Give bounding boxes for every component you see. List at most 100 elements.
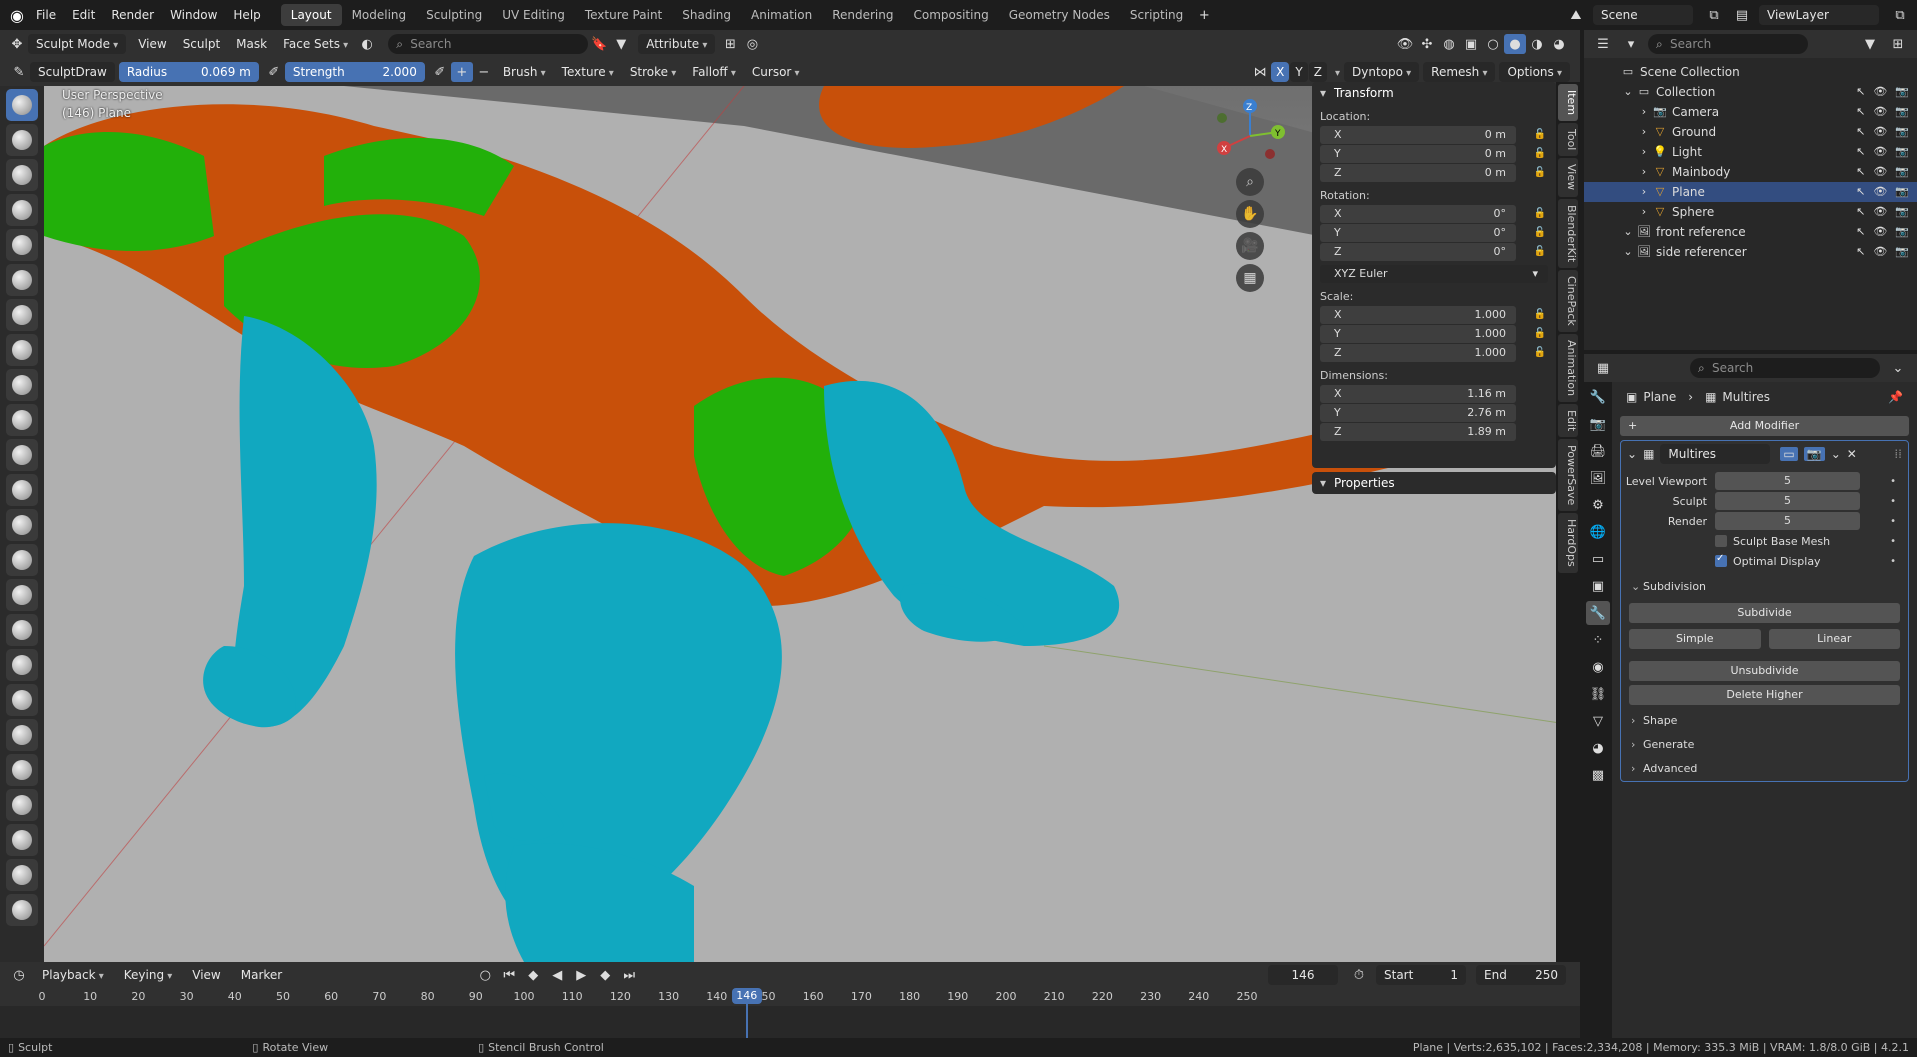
display-mode-icon[interactable]: ▾ (1620, 34, 1642, 54)
eye-icon[interactable]: 👁 (1873, 102, 1887, 122)
modifier-menu-chevron-icon[interactable]: ⌄ (1831, 447, 1841, 461)
workspace-tab-texture-paint[interactable]: Texture Paint (575, 4, 672, 26)
thumb-tool[interactable] (6, 719, 38, 751)
clay-tool[interactable] (6, 159, 38, 191)
clay-thumb-tool[interactable] (6, 229, 38, 261)
timeline-view-menu[interactable]: View (184, 964, 228, 986)
sidebar-tab-view[interactable]: View (1558, 158, 1578, 197)
render-camera-icon[interactable]: 📷 (1895, 82, 1909, 102)
play-icon[interactable]: ▶ (570, 965, 592, 985)
remove-modifier-icon[interactable]: ✕ (1847, 447, 1857, 461)
particles-tab-icon[interactable]: ⁘ (1586, 628, 1610, 652)
select-arrow-icon[interactable]: ↖ (1856, 102, 1865, 122)
snap-icon[interactable]: ⊞ (719, 34, 741, 54)
stopwatch-icon[interactable]: ⏱ (1348, 965, 1370, 985)
sculpt-menu[interactable]: Sculpt (175, 33, 228, 55)
select-arrow-icon[interactable]: ↖ (1856, 122, 1865, 142)
lock-icon[interactable]: 🔓 (1534, 325, 1546, 343)
shading-mode-icon[interactable]: ◐ (356, 34, 378, 54)
dimensions-z-field[interactable]: Z 1.89 m (1320, 423, 1516, 441)
jump-start-icon[interactable]: ⏮ (498, 965, 520, 985)
render-camera-icon[interactable]: 📷 (1895, 142, 1909, 162)
level-viewport-field[interactable]: 5 (1715, 472, 1860, 490)
workspace-tab-geometry-nodes[interactable]: Geometry Nodes (999, 4, 1120, 26)
properties-editor-icon[interactable]: ▦ (1592, 358, 1614, 378)
expand-chevron-icon[interactable]: ⌄ (1620, 242, 1636, 262)
lock-icon[interactable]: 🔓 (1534, 344, 1546, 362)
jump-keyframe-forward-icon[interactable]: ◆ (594, 965, 616, 985)
cursor-menu[interactable]: Cursor (744, 61, 808, 83)
transform-header[interactable]: Transform (1312, 82, 1556, 104)
outliner-editor-icon[interactable]: ☰ (1592, 34, 1614, 54)
blender-logo-icon[interactable]: ◉ (6, 4, 28, 26)
options-dropdown[interactable]: Options (1499, 62, 1570, 82)
playhead[interactable]: 146 (731, 988, 762, 1038)
sidebar-tab-blenderkit[interactable]: BlenderKit (1558, 198, 1578, 268)
fill-tool[interactable] (6, 474, 38, 506)
outliner-row-ground[interactable]: › ▽ Ground ↖ 👁 📷 (1584, 122, 1917, 142)
render-tab-icon[interactable]: 📷 (1586, 412, 1610, 436)
keyframe-dot-icon[interactable]: • (1890, 516, 1896, 527)
subdivide-button[interactable]: Subdivide (1629, 603, 1900, 623)
slide-relax-tool[interactable] (6, 859, 38, 891)
new-scene-icon[interactable]: ⧉ (1703, 5, 1725, 25)
timeline-editor-icon[interactable]: ◷ (8, 965, 30, 985)
properties-search[interactable]: Search (1690, 358, 1880, 378)
lock-icon[interactable]: 🔓 (1534, 164, 1546, 182)
new-view-layer-icon[interactable]: ⧉ (1889, 5, 1911, 25)
texture-menu[interactable]: Texture (554, 61, 622, 83)
zoom-icon[interactable]: ⌕ (1236, 168, 1264, 196)
multiplane-scrape-tool[interactable] (6, 544, 38, 576)
rotation-z-field[interactable]: Z 0° 🔓 (1320, 243, 1546, 261)
rotate-tool[interactable] (6, 824, 38, 856)
eye-icon[interactable]: 👁 (1873, 202, 1887, 222)
radius-pressure-icon[interactable]: ✐ (263, 62, 285, 82)
render-camera-icon[interactable]: 📷 (1895, 162, 1909, 182)
properties-header[interactable]: Properties (1312, 472, 1556, 494)
subdivision-subpanel-header[interactable]: Subdivision (1621, 575, 1908, 599)
lock-icon[interactable]: 🔓 (1534, 306, 1546, 324)
add-workspace-icon[interactable]: + (1193, 5, 1215, 25)
scene-tab-icon[interactable]: ⚙ (1586, 493, 1610, 517)
face-sets-menu[interactable]: Face Sets (275, 33, 356, 55)
render-camera-icon[interactable]: 📷 (1895, 242, 1909, 262)
outliner-row-side-referencer[interactable]: ⌄ 🖼 side referencer ↖ 👁 📷 (1584, 242, 1917, 262)
jump-end-icon[interactable]: ⏭ (618, 965, 640, 985)
symmetry-icon[interactable]: ⋈ (1249, 62, 1271, 82)
remesh-dropdown[interactable]: Remesh (1423, 62, 1496, 82)
keyframe-dot-icon[interactable]: • (1890, 536, 1896, 547)
elastic-deform-tool[interactable] (6, 649, 38, 681)
falloff-menu[interactable]: Falloff (684, 61, 744, 83)
scene-selector[interactable]: Scene (1593, 5, 1693, 25)
menu-help[interactable]: Help (225, 4, 268, 26)
pin-icon[interactable]: 📌 (1888, 390, 1903, 404)
mask-menu[interactable]: Mask (228, 33, 275, 55)
world-tab-icon[interactable]: 🌐 (1586, 520, 1610, 544)
pinch-tool[interactable] (6, 579, 38, 611)
outliner-row-plane[interactable]: › ▽ Plane ↖ 👁 📷 (1584, 182, 1917, 202)
location-y-field[interactable]: Y 0 m 🔓 (1320, 145, 1546, 163)
select-arrow-icon[interactable]: ↖ (1856, 182, 1865, 202)
eye-icon[interactable]: 👁 (1873, 222, 1887, 242)
subtract-direction-icon[interactable]: − (473, 62, 495, 82)
bookmark-icon[interactable]: 🔖 (588, 34, 610, 54)
sidebar-tab-item[interactable]: Item (1558, 84, 1578, 122)
workspace-tab-sculpting[interactable]: Sculpting (416, 4, 492, 26)
rotation-mode-dropdown[interactable]: XYZ Euler ▾ (1320, 265, 1548, 283)
viewport-search[interactable]: Search (388, 34, 589, 54)
show-in-render-icon[interactable]: 📷 (1803, 447, 1825, 461)
show-in-viewport-icon[interactable]: ▭ (1780, 447, 1798, 461)
navigation-gizmo[interactable]: Z Y X (1210, 96, 1290, 176)
brush-icon[interactable]: ✎ (8, 62, 30, 82)
rotation-y-field[interactable]: Y 0° 🔓 (1320, 224, 1546, 242)
properties-options-icon[interactable]: ⌄ (1887, 358, 1909, 378)
material-shading-icon[interactable]: ◑ (1526, 34, 1548, 54)
outliner-row-mainbody[interactable]: › ▽ Mainbody ↖ 👁 📷 (1584, 162, 1917, 182)
end-frame-field[interactable]: End 250 (1476, 965, 1566, 985)
expand-chevron-icon[interactable]: › (1636, 162, 1652, 182)
generate-subpanel-header[interactable]: Generate (1621, 733, 1908, 757)
select-arrow-icon[interactable]: ↖ (1856, 82, 1865, 102)
mask-tool[interactable] (6, 894, 38, 926)
stroke-menu[interactable]: Stroke (622, 61, 684, 83)
outliner-row-front-reference[interactable]: ⌄ 🖼 front reference ↖ 👁 📷 (1584, 222, 1917, 242)
